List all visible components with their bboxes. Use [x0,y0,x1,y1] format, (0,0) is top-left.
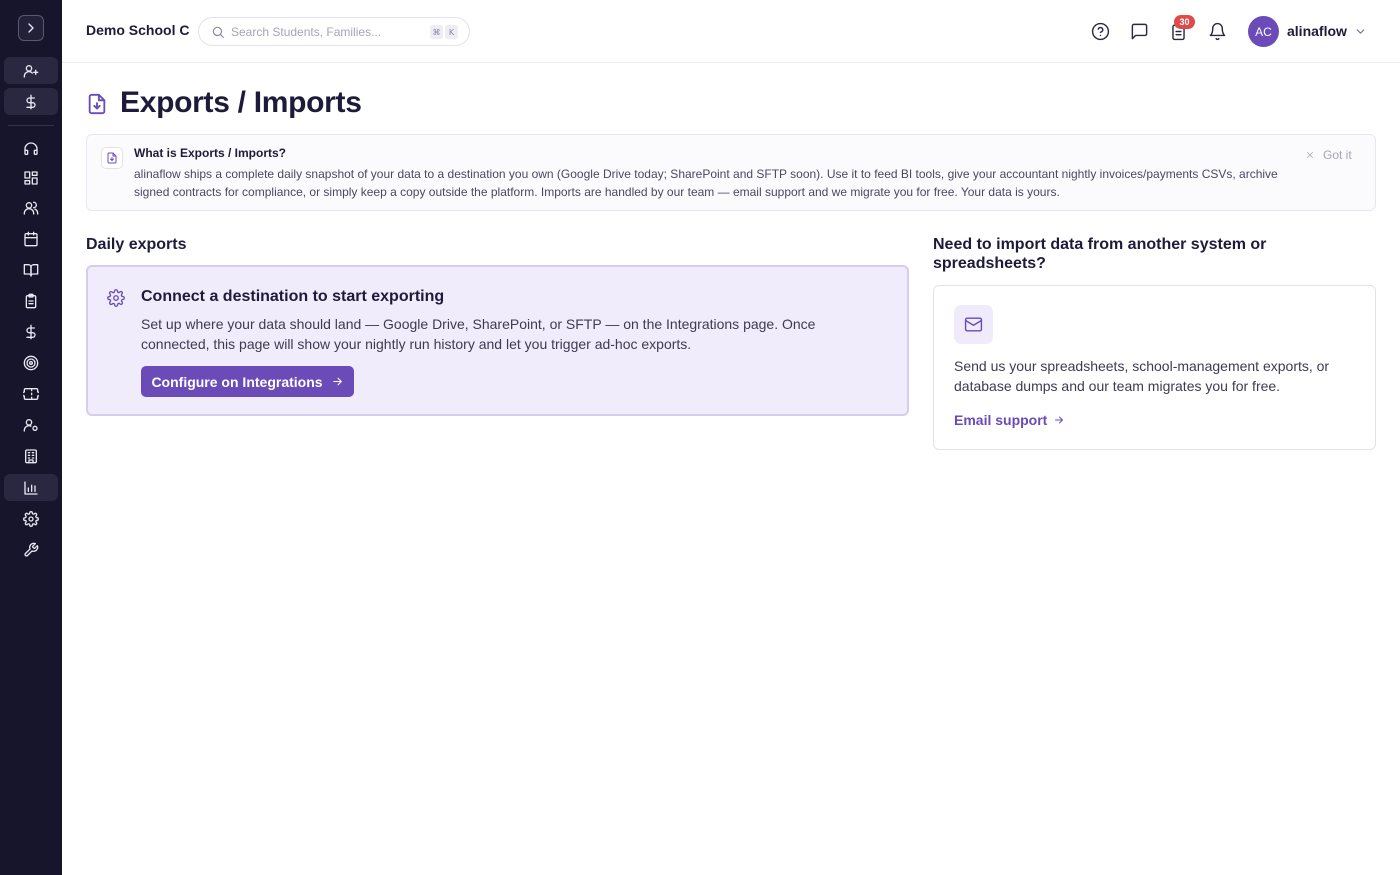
mail-icon [964,317,983,332]
sidebar-item-reports[interactable] [4,474,58,501]
dismiss-banner-button[interactable]: Got it [1305,148,1352,162]
headset-icon [24,141,38,155]
message-square-icon [1131,23,1147,39]
sidebar-item-support[interactable] [4,135,58,162]
user-avatar[interactable]: AC [1248,16,1279,47]
building-icon [25,448,37,463]
user-plus-icon [23,64,39,78]
user-menu-button[interactable] [1354,25,1367,38]
sidebar-expand-button[interactable] [18,15,44,41]
sidebar-item-people[interactable] [4,194,58,221]
info-banner-text: alinaflow ships a complete daily snapsho… [134,167,1278,199]
tasks-count-badge: 30 [1174,15,1195,29]
sidebar-item-goals[interactable] [4,349,58,376]
search-input[interactable] [231,23,421,41]
chevron-right-icon [28,23,34,33]
sidebar-item-add-student[interactable] [4,57,58,84]
ticket-icon [23,387,39,400]
bar-chart-icon [24,480,38,495]
page-title: Exports / Imports [120,86,362,119]
bell-icon [1209,22,1225,40]
sidebar-item-courses[interactable] [4,256,58,283]
import-card: Send us your spreadsheets, school-manage… [933,285,1376,450]
target-icon [23,355,39,370]
arrow-right-icon [332,377,342,386]
school-name[interactable]: Demo School C [86,22,189,38]
shortcut-key-k: K [445,25,458,39]
sidebar-item-tickets[interactable] [4,380,58,407]
info-banner-icon-box [101,147,123,169]
shortcut-key-cmd: ⌘ [430,25,443,39]
top-header: Demo School C ⌘ K 30 AC alinaflow [62,0,1400,63]
user-gear-icon [23,418,38,432]
sidebar-item-billing[interactable] [4,88,58,115]
configure-integrations-label: Configure on Integrations [151,373,323,390]
import-card-icon-box [954,305,993,344]
connect-card-icon [107,289,125,307]
users-icon [23,201,39,215]
messages-button[interactable] [1129,21,1149,41]
close-icon [1307,152,1313,158]
file-download-icon [88,93,106,115]
sidebar-item-settings[interactable] [4,505,58,532]
sidebar-item-tasks[interactable] [4,287,58,314]
sidebar-divider [8,125,54,126]
dashboard-grid-icon [24,170,38,185]
sidebar-item-calendar[interactable] [4,225,58,252]
sidebar-item-locations[interactable] [4,442,58,469]
info-banner-title: What is Exports / Imports? [134,146,287,160]
dollar-icon [26,94,36,109]
import-card-text: Send us your spreadsheets, school-manage… [954,358,1330,394]
email-support-label: Email support [954,412,1048,428]
sidebar-item-tools[interactable] [4,536,58,563]
sidebar [0,0,62,875]
daily-exports-heading: Daily exports [86,236,187,253]
page-title-icon [86,93,108,115]
arrow-right-icon [1055,416,1064,424]
help-circle-icon [1091,22,1109,40]
sidebar-item-dashboard[interactable] [4,164,58,191]
dollar-icon [26,324,36,339]
clipboard-icon [25,293,37,308]
calendar-icon [24,231,38,246]
gear-icon [23,510,39,527]
connect-card-text: Set up where your data should land — Goo… [141,316,816,352]
connect-card-title: Connect a destination to start exporting [141,288,445,305]
help-button[interactable] [1090,21,1110,41]
configure-integrations-button[interactable]: Configure on Integrations [141,366,354,397]
user-name[interactable]: alinaflow [1287,23,1347,39]
notifications-button[interactable] [1207,21,1227,41]
book-open-icon [23,263,39,277]
file-download-icon [107,152,117,164]
chevron-down-icon [1356,29,1365,34]
gear-icon [107,289,125,307]
connect-destination-card: Connect a destination to start exporting… [86,265,909,416]
search-icon [212,26,224,38]
email-support-link[interactable]: Email support [954,412,1065,428]
info-banner: What is Exports / Imports? alinaflow shi… [86,134,1376,211]
import-heading: Need to import data from another system … [933,236,1267,272]
dismiss-banner-label: Got it [1323,148,1352,162]
sidebar-item-staff[interactable] [4,411,58,438]
search-box[interactable]: ⌘ K [198,17,470,46]
wrench-icon [24,542,39,557]
sidebar-item-finance[interactable] [4,318,58,345]
